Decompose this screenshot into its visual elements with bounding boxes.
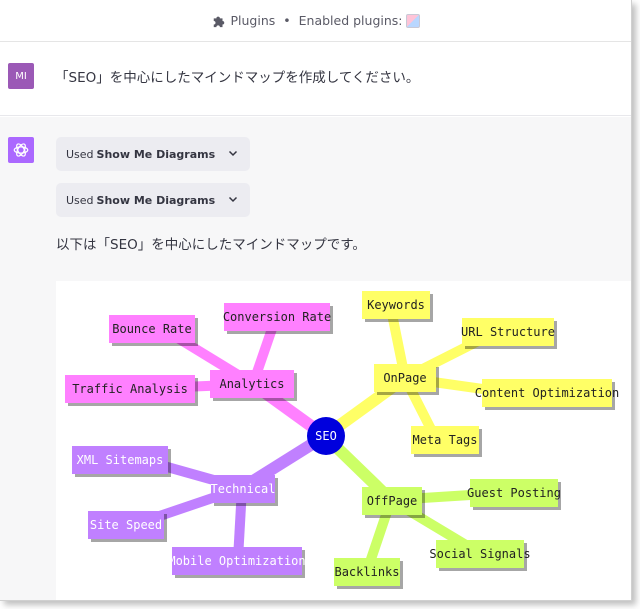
tool-prefix: Used xyxy=(66,193,94,207)
node-onpage: OnPage xyxy=(374,364,436,392)
node-social-signals: Social Signals xyxy=(429,540,531,568)
node-site-speed: Site Speed xyxy=(88,511,164,539)
tool-usage-dropdown-1[interactable]: Used Show Me Diagrams xyxy=(56,137,250,171)
tool-usage-dropdown-2[interactable]: Used Show Me Diagrams xyxy=(56,183,250,217)
user-message-text: 「SEO」を中心にしたマインドマップを作成してください。 xyxy=(55,70,420,86)
user-message: MI 「SEO」を中心にしたマインドマップを作成してください。 xyxy=(0,42,631,116)
node-keywords: Keywords xyxy=(362,291,430,319)
plugins-header: Plugins • Enabled plugins: xyxy=(0,0,631,42)
node-xml-sitemaps: XML Sitemaps xyxy=(72,446,168,474)
chat-window: Plugins • Enabled plugins: MI 「SEO」を中心にし… xyxy=(0,0,632,601)
node-offpage: OffPage xyxy=(362,487,422,515)
chevron-down-icon xyxy=(228,196,238,203)
node-technical: Technical xyxy=(210,475,276,503)
show-me-plugin-icon[interactable] xyxy=(405,13,420,28)
tool-name: Show Me Diagrams xyxy=(96,147,216,161)
mindmap-center-node: SEO xyxy=(307,417,345,455)
plugins-label: Plugins xyxy=(230,13,276,28)
chevron-down-icon xyxy=(228,150,238,157)
enabled-plugins-label: Enabled plugins: xyxy=(298,13,403,28)
node-bounce-rate: Bounce Rate xyxy=(109,315,195,343)
tool-prefix: Used xyxy=(66,147,94,161)
node-backlinks: Backlinks xyxy=(334,558,400,586)
node-meta-tags: Meta Tags xyxy=(411,426,479,454)
puzzle-icon xyxy=(214,16,225,27)
node-conversion-rate: Conversion Rate xyxy=(223,303,331,331)
assistant-message-text: 以下は「SEO」を中心にしたマインドマップです。 xyxy=(56,237,366,253)
chatgpt-logo-icon xyxy=(8,137,34,163)
tool-name: Show Me Diagrams xyxy=(96,193,216,207)
node-mobile-optimization: Mobile Optimization xyxy=(168,547,306,575)
node-guest-posting: Guest Posting xyxy=(467,479,561,507)
assistant-message: Used Show Me Diagrams Used Show Me Diagr… xyxy=(0,117,631,600)
node-analytics: Analytics xyxy=(210,370,294,398)
header-separator: • xyxy=(283,13,291,28)
seo-mindmap: SEO Analytics Bounce Rate Conversion Rat… xyxy=(56,281,631,600)
node-content-optimization: Content Optimization xyxy=(475,379,619,407)
user-avatar: MI xyxy=(8,63,34,89)
node-url-structure: URL Structure xyxy=(461,318,555,346)
node-traffic-analysis: Traffic Analysis xyxy=(65,375,195,403)
